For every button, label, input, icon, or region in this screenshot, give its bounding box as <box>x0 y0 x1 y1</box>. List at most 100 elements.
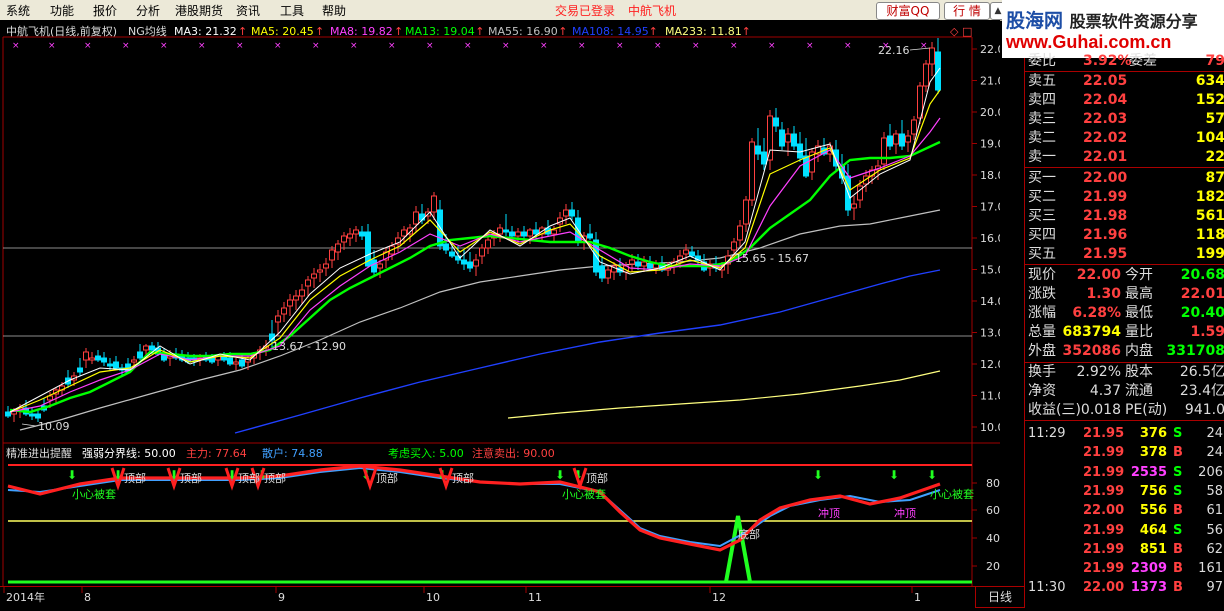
indicator2-tick: 80.00 <box>986 477 1000 490</box>
quote-stat-value: 22.00 <box>1076 267 1121 283</box>
top-label: 顶部 <box>264 471 286 485</box>
logo-slogan: 股票软件资源分享 <box>1069 12 1198 31</box>
tick-side: S <box>1173 483 1183 499</box>
menu-hk-futures[interactable]: 港股期货 <box>175 2 223 19</box>
signal-x-icon: × <box>12 41 20 51</box>
date-tick-label: 8 <box>84 591 91 604</box>
quote-stat-label: 内盘 <box>1125 343 1153 359</box>
tick-volume: 851 <box>1139 541 1167 557</box>
menu-tools[interactable]: 工具 <box>280 2 304 19</box>
quote-stat-value: 22.01 <box>1180 286 1224 302</box>
quote-stat-value: 331708 <box>1166 343 1224 359</box>
tick-count: 24 <box>1206 426 1223 441</box>
top-label: 顶部 <box>124 471 146 485</box>
fundamental-label: 换手 <box>1028 364 1056 380</box>
indicator2-params: 强弱分界线: 50.00 主力: 77.64 散户: 74.88 考虑买入: 5.00… <box>82 446 555 460</box>
indicator2-param: 主力: 77.64 <box>186 447 247 460</box>
tick-count: 97 <box>1206 580 1223 596</box>
candle-body <box>101 357 107 363</box>
signal-x-icon: × <box>654 41 662 51</box>
menu-function[interactable]: 功能 <box>50 2 74 19</box>
quote-stat-label: 最高 <box>1125 286 1153 302</box>
candle-body <box>773 117 779 127</box>
tick-volume: 464 <box>1139 522 1167 538</box>
candle-body <box>497 227 503 235</box>
menu-quote[interactable]: 报价 <box>93 2 117 19</box>
buy-arrow-icon: ⬇ <box>889 468 899 482</box>
candle-body <box>929 47 935 65</box>
menu-analysis[interactable]: 分析 <box>136 2 160 19</box>
indicator2-param: 散户: 74.88 <box>262 446 323 460</box>
period-tab-daily[interactable]: 日线 <box>975 586 1025 608</box>
candle-body <box>377 263 383 269</box>
ma-legend-item: MA8: 19.82 <box>330 25 393 38</box>
market-button[interactable]: 行 情 <box>944 2 990 20</box>
signal-x-icon: × <box>426 41 434 51</box>
candle-body <box>551 229 557 235</box>
candle-body <box>137 351 143 359</box>
buy-level-row: 买一 22.00 87 <box>1025 169 1224 188</box>
quote-stat-value: 20.40 <box>1180 305 1224 321</box>
candle-body <box>5 411 11 417</box>
buy-level-row: 买二 21.99 182 <box>1025 188 1224 207</box>
tick-row: 22.00 556 B 61 <box>1025 501 1224 520</box>
date-tick-label: 9 <box>278 591 285 604</box>
signal-x-icon: × <box>578 41 586 51</box>
candle-body <box>143 345 149 351</box>
indicator2-param: 考虑买入: 5.00 <box>388 447 464 460</box>
price-tick-label: 16.00 <box>980 232 1000 245</box>
candle-body <box>563 209 569 217</box>
buy-level-row: 买五 21.95 199 <box>1025 245 1224 264</box>
tick-price: 21.99 <box>1083 445 1125 461</box>
ma-legend-item: MA233: 11.81 <box>665 25 742 38</box>
sell-level-volume: 104 <box>1195 130 1224 146</box>
ma-legend-item: MA5: 20.45 <box>251 25 314 38</box>
candle-body <box>323 263 329 269</box>
quote-stat-value: 1.30 <box>1086 286 1121 302</box>
candle-body <box>83 351 89 361</box>
chart-area[interactable]: 中航飞机(日线,前复权) NG均线 MA3: 21.32 ↑ MA5: 20.45 ↑… <box>0 20 1000 586</box>
candle-body <box>479 247 485 257</box>
current-stock-link[interactable]: 中航飞机 <box>628 2 676 19</box>
candle-body <box>683 249 689 255</box>
price-tick-label: 22.00 <box>980 43 1000 56</box>
wealth-qq-button[interactable]: 财富QQ <box>876 2 940 20</box>
buy-level-row: 买四 21.96 118 <box>1025 226 1224 245</box>
signal-x-icon: × <box>198 41 206 51</box>
sell-level-label: 卖二 <box>1028 130 1056 146</box>
candle-body <box>503 229 509 233</box>
candle-body <box>923 63 929 87</box>
candle-body <box>311 273 317 279</box>
candle-body <box>629 259 635 265</box>
range-label-2: 15.65 - 15.67 <box>735 252 809 265</box>
tick-volume: 556 <box>1139 503 1167 519</box>
menu-chart-icon[interactable]: □ <box>962 25 972 38</box>
tick-price: 21.95 <box>1083 426 1125 441</box>
fundamental-row: 净资 4.37 流通 23.4亿 <box>1025 382 1224 401</box>
candle-body <box>515 231 521 237</box>
candle-body <box>803 155 809 177</box>
tick-row: 21.99 2535 S 206 <box>1025 463 1224 482</box>
candle-body <box>347 233 353 239</box>
price-tick-label: 17.00 <box>980 201 1000 214</box>
signal-x-icon: × <box>236 41 244 51</box>
up-arrow-icon: ↑ <box>649 25 658 38</box>
close-chart-icon[interactable]: ◇ <box>950 25 959 38</box>
menu-system[interactable]: 系统 <box>6 2 30 19</box>
date-tick-label: 11 <box>528 591 542 604</box>
tick-volume: 376 <box>1139 426 1167 441</box>
sell-level-volume: 152 <box>1195 92 1224 108</box>
rush-top-label: 冲顶 <box>818 506 840 520</box>
sell-level-label: 卖四 <box>1028 92 1056 108</box>
tick-side: B <box>1173 561 1183 577</box>
tick-side: B <box>1173 541 1183 557</box>
buy-level-price: 22.00 <box>1083 170 1128 186</box>
menu-news[interactable]: 资讯 <box>236 2 260 19</box>
candle-body <box>305 279 311 287</box>
sell-level-row: 卖五 22.05 634 <box>1025 72 1224 91</box>
menu-help[interactable]: 帮助 <box>322 2 346 19</box>
candle-body <box>851 203 857 209</box>
tick-row: 11:29 21.95 376 S 24 <box>1025 424 1224 443</box>
candle-body <box>275 315 281 323</box>
trade-login-status[interactable]: 交易已登录 <box>555 2 615 19</box>
